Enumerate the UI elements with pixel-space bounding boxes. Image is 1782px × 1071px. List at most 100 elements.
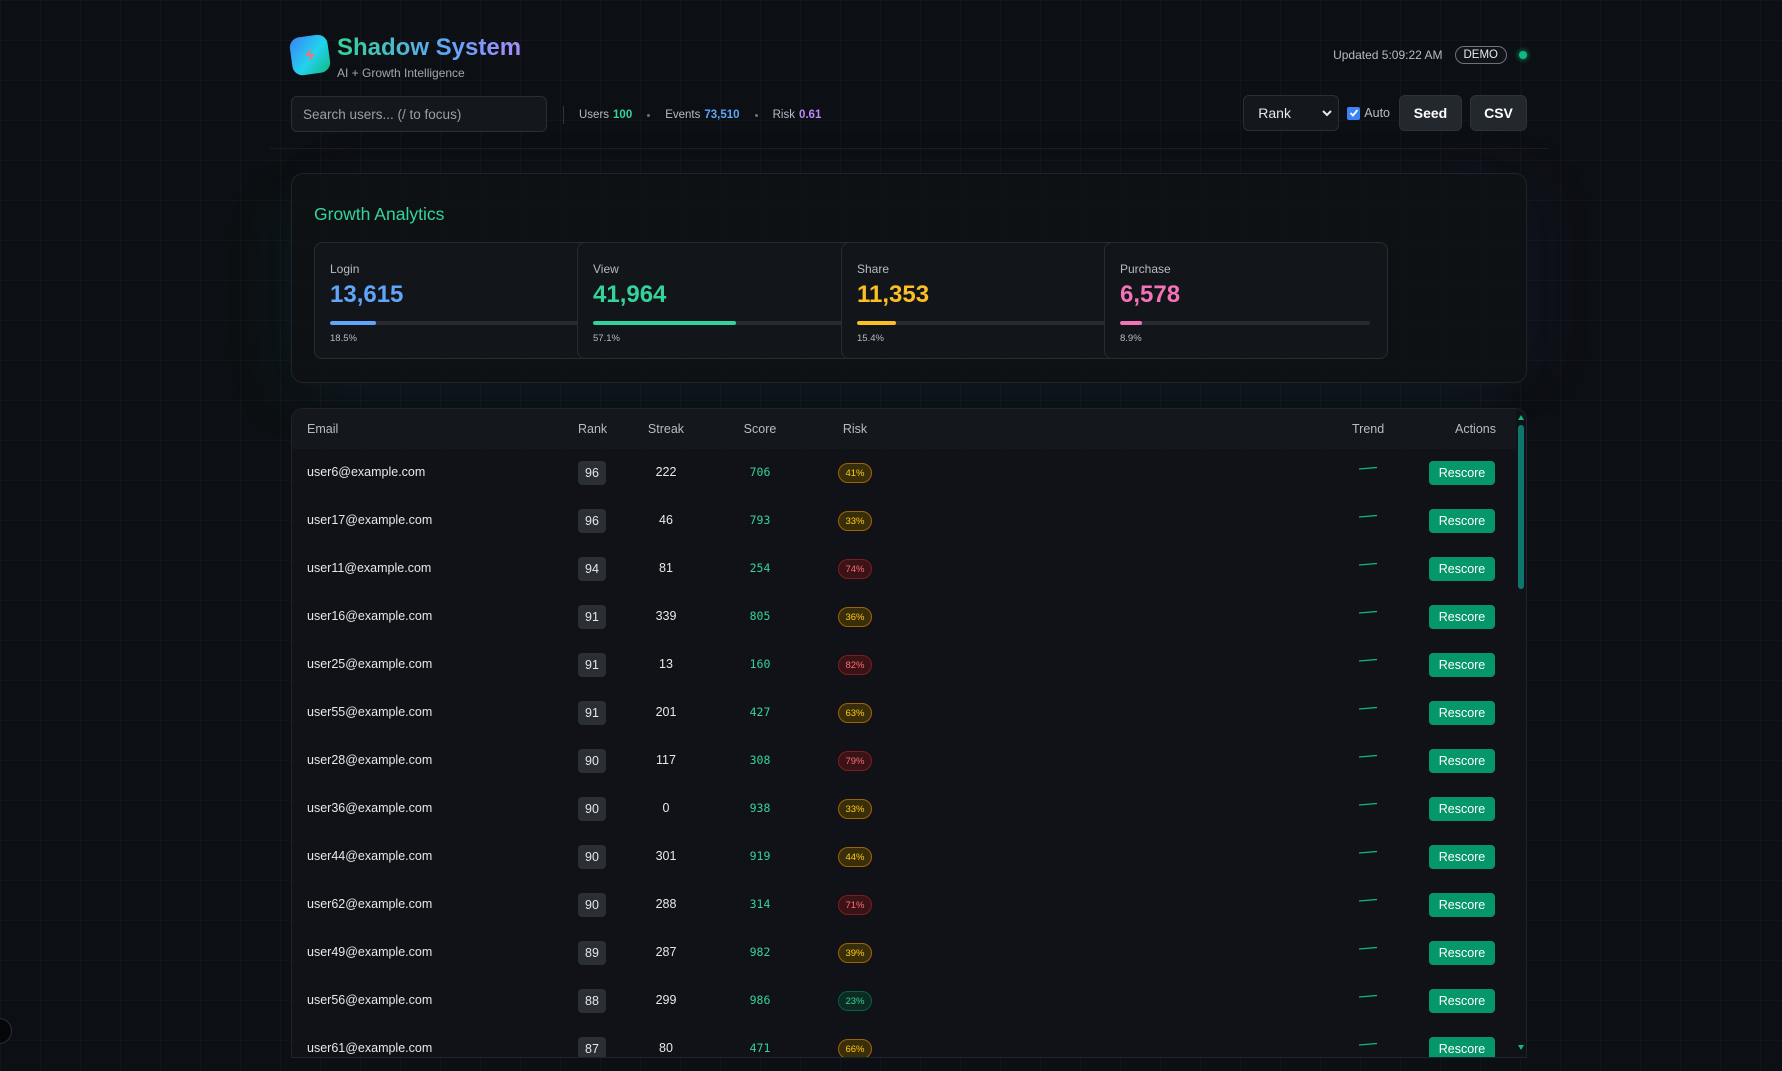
metric-progress-fill <box>593 321 736 325</box>
sort-select[interactable]: Rank <box>1243 95 1340 131</box>
scrollbar-thumb[interactable] <box>1518 425 1524 589</box>
row-streak: 301 <box>655 849 677 863</box>
row-score: 160 <box>749 657 771 671</box>
row-email: user62@example.com <box>307 897 433 911</box>
row-streak: 0 <box>662 801 670 815</box>
table-row[interactable]: user16@example.com 91 339 805 36% Rescore <box>292 593 1518 641</box>
column-header-streak[interactable]: Streak <box>646 422 686 436</box>
trend-sparkline-icon <box>1356 989 1380 1001</box>
metric-progress-fill <box>857 321 896 325</box>
rescore-button[interactable]: Rescore <box>1429 797 1495 821</box>
rescore-button[interactable]: Rescore <box>1429 605 1495 629</box>
rescore-button[interactable]: Rescore <box>1429 461 1495 485</box>
row-score: 793 <box>749 513 771 527</box>
metric-label: View <box>593 262 619 276</box>
divider <box>563 106 564 124</box>
table-row[interactable]: user28@example.com 90 117 308 79% Rescore <box>292 737 1518 785</box>
table-row[interactable]: user44@example.com 90 301 919 44% Rescore <box>292 833 1518 881</box>
header-status: Updated 5:09:22 AM DEMO <box>1333 46 1527 64</box>
risk-badge: 74% <box>838 559 872 579</box>
metric-progress-fill <box>1120 321 1143 325</box>
auto-toggle[interactable]: Auto <box>1347 106 1390 120</box>
table-header: Email Rank Streak Score Risk Trend Actio… <box>292 409 1518 449</box>
trend-sparkline-icon <box>1356 605 1380 617</box>
risk-badge: 71% <box>838 895 872 915</box>
table-row[interactable]: user17@example.com 96 46 793 33% Rescore <box>292 497 1518 545</box>
row-streak: 46 <box>659 513 673 527</box>
rank-badge: 96 <box>578 461 606 485</box>
rescore-button[interactable]: Rescore <box>1429 653 1495 677</box>
column-header-risk[interactable]: Risk <box>835 422 875 436</box>
trend-sparkline-icon <box>1356 749 1380 761</box>
metric-value: 41,964 <box>593 281 667 308</box>
column-header-trend: Trend <box>1352 422 1385 436</box>
metric-percentage: 57.1% <box>593 333 620 344</box>
rescore-button[interactable]: Rescore <box>1429 749 1495 773</box>
row-score: 471 <box>749 1041 771 1055</box>
table-row[interactable]: user56@example.com 88 299 986 23% Rescore <box>292 977 1518 1025</box>
table-row[interactable]: user36@example.com 90 0 938 33% Rescore <box>292 785 1518 833</box>
scroll-down-icon[interactable] <box>1518 1045 1524 1050</box>
controls: Rank Auto Seed CSV <box>1243 95 1527 131</box>
rank-badge: 89 <box>578 941 606 965</box>
metric-progress-bar <box>593 321 843 325</box>
metric-label: Purchase <box>1120 262 1171 276</box>
row-score: 254 <box>749 561 771 575</box>
rank-badge: 94 <box>578 557 606 581</box>
rank-badge: 90 <box>578 749 606 773</box>
row-score: 805 <box>749 609 771 623</box>
dot-separator <box>754 113 758 117</box>
auto-label: Auto <box>1364 106 1390 120</box>
risk-badge: 44% <box>838 847 872 867</box>
rescore-button[interactable]: Rescore <box>1429 893 1495 917</box>
rescore-button[interactable]: Rescore <box>1429 941 1495 965</box>
column-header-rank[interactable]: Rank <box>578 422 607 436</box>
row-email: user11@example.com <box>307 561 432 575</box>
trend-sparkline-icon <box>1356 461 1380 473</box>
table-row[interactable]: user25@example.com 91 13 160 82% Rescore <box>292 641 1518 689</box>
table-row[interactable]: user11@example.com 94 81 254 74% Rescore <box>292 545 1518 593</box>
risk-badge: 66% <box>838 1039 872 1057</box>
users-table: Email Rank Streak Score Risk Trend Actio… <box>291 408 1527 1058</box>
row-streak: 201 <box>655 705 677 719</box>
metric-progress-bar <box>1120 321 1370 325</box>
scroll-up-icon[interactable] <box>1518 415 1524 420</box>
row-email: user44@example.com <box>307 849 433 863</box>
rescore-button[interactable]: Rescore <box>1429 989 1495 1013</box>
table-row[interactable]: user55@example.com 91 201 427 63% Rescore <box>292 689 1518 737</box>
summary-stats: Users 100 Events 73,510 Risk 0.61 <box>563 106 821 124</box>
rescore-button[interactable]: Rescore <box>1429 509 1495 533</box>
column-header-score[interactable]: Score <box>735 422 785 436</box>
header: Shadow System AI + Growth Intelligence U… <box>288 33 1527 84</box>
table-row[interactable]: user61@example.com 87 80 471 66% Rescore <box>292 1025 1518 1057</box>
rescore-button[interactable]: Rescore <box>1429 557 1495 581</box>
metric-percentage: 15.4% <box>857 333 884 344</box>
risk-badge: 23% <box>838 991 872 1011</box>
row-email: user49@example.com <box>307 945 433 959</box>
seed-button[interactable]: Seed <box>1399 95 1462 131</box>
row-streak: 299 <box>655 993 677 1007</box>
table-row[interactable]: user49@example.com 89 287 982 39% Rescore <box>292 929 1518 977</box>
trend-sparkline-icon <box>1356 893 1380 905</box>
column-header-actions: Actions <box>1455 422 1496 436</box>
metric-card-purchase: Purchase 6,578 8.9% <box>1104 242 1388 359</box>
trend-sparkline-icon <box>1356 557 1380 569</box>
table-row[interactable]: user6@example.com 96 222 706 41% Rescore <box>292 449 1518 497</box>
floating-action-button[interactable] <box>0 1018 12 1044</box>
risk-badge: 33% <box>838 511 872 531</box>
risk-badge: 79% <box>838 751 872 771</box>
column-header-email[interactable]: Email <box>307 422 338 436</box>
rescore-button[interactable]: Rescore <box>1429 1037 1495 1057</box>
search-input[interactable] <box>291 96 547 132</box>
auto-checkbox[interactable] <box>1347 106 1361 120</box>
table-scrollbar[interactable] <box>1516 409 1526 1057</box>
table-row[interactable]: user62@example.com 90 288 314 71% Rescore <box>292 881 1518 929</box>
risk-badge: 39% <box>838 943 872 963</box>
row-streak: 222 <box>655 465 677 479</box>
rescore-button[interactable]: Rescore <box>1429 845 1495 869</box>
row-score: 308 <box>749 753 771 767</box>
rescore-button[interactable]: Rescore <box>1429 701 1495 725</box>
row-streak: 288 <box>655 897 677 911</box>
rank-badge: 91 <box>578 605 606 629</box>
csv-button[interactable]: CSV <box>1470 95 1527 131</box>
